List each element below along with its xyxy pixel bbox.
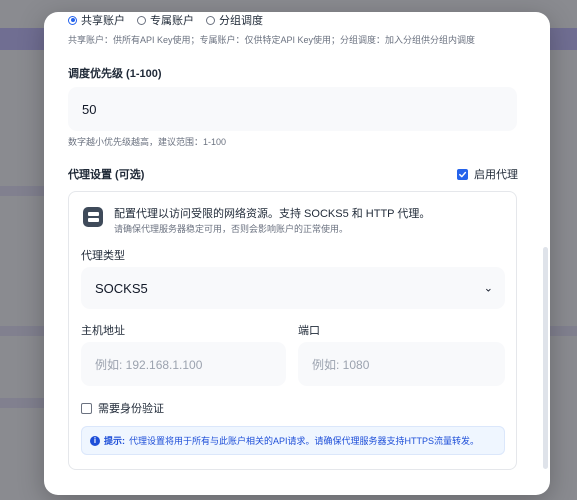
priority-label: 调度优先级 (1-100): [68, 68, 162, 80]
host-label: 主机地址: [81, 325, 125, 337]
proxy-type-select[interactable]: SOCKS5 ⌄: [81, 267, 505, 309]
proxy-type-value: SOCKS5: [95, 280, 148, 296]
modal-scrollbar[interactable]: [543, 247, 548, 469]
proxy-tip-box: i 提示: 代理设置将用于所有与此账户相关的API请求。请确保代理服务器支持HT…: [81, 426, 505, 455]
chevron-down-icon: ⌄: [483, 282, 493, 295]
account-settings-modal: 共享账户 专属账户 分组调度 共享账户：供所有API Key使用；专属账户：仅供…: [44, 12, 550, 495]
checkbox-checked[interactable]: [457, 168, 468, 180]
proxy-settings-label: 代理设置 (可选): [68, 169, 145, 181]
radio-button[interactable]: [68, 15, 77, 25]
radio-label: 分组调度: [219, 15, 263, 27]
proxy-description-sub: 请确保代理服务器稳定可用，否则会影响账户的正常使用。: [114, 224, 349, 234]
tip-title: 提示:: [104, 436, 125, 446]
background-row: [547, 326, 577, 336]
radio-dedicated-account[interactable]: 专属账户: [137, 12, 194, 28]
radio-label: 专属账户: [150, 15, 194, 27]
radio-label: 共享账户: [81, 15, 125, 27]
checkbox-unchecked[interactable]: [81, 402, 92, 414]
radio-shared-account[interactable]: 共享账户: [68, 12, 125, 28]
priority-hint: 数字越小优先级越高，建议范围：1-100: [68, 137, 227, 147]
host-input[interactable]: 例如: 192.168.1.100: [81, 342, 286, 386]
radio-button[interactable]: [137, 15, 146, 25]
proxy-type-label: 代理类型: [81, 250, 125, 262]
account-type-radio-group: 共享账户 专属账户 分组调度: [68, 12, 263, 28]
require-auth-label: 需要身份验证: [98, 403, 164, 415]
enable-proxy-label: 启用代理: [474, 169, 518, 181]
port-input[interactable]: 例如: 1080: [298, 342, 505, 386]
radio-button[interactable]: [206, 15, 215, 25]
background-row: [0, 186, 44, 196]
background-row: [0, 398, 44, 408]
enable-proxy-checkbox[interactable]: 启用代理: [457, 166, 518, 182]
radio-group-scheduling[interactable]: 分组调度: [206, 12, 263, 28]
account-type-hint: 共享账户：供所有API Key使用；专属账户：仅供特定API Key使用；分组调…: [68, 35, 476, 45]
proxy-description: 配置代理以访问受限的网络资源。支持 SOCKS5 和 HTTP 代理。: [114, 208, 431, 220]
require-auth-checkbox[interactable]: 需要身份验证: [81, 400, 164, 416]
priority-input[interactable]: 50: [68, 87, 517, 131]
tip-text: 代理设置将用于所有与此账户相关的API请求。请确保代理服务器支持HTTPS流量转…: [129, 436, 480, 446]
check-icon: [459, 171, 467, 177]
info-icon: i: [90, 435, 100, 446]
server-icon: [83, 207, 103, 227]
background-row: [0, 326, 44, 336]
port-label: 端口: [298, 325, 320, 337]
